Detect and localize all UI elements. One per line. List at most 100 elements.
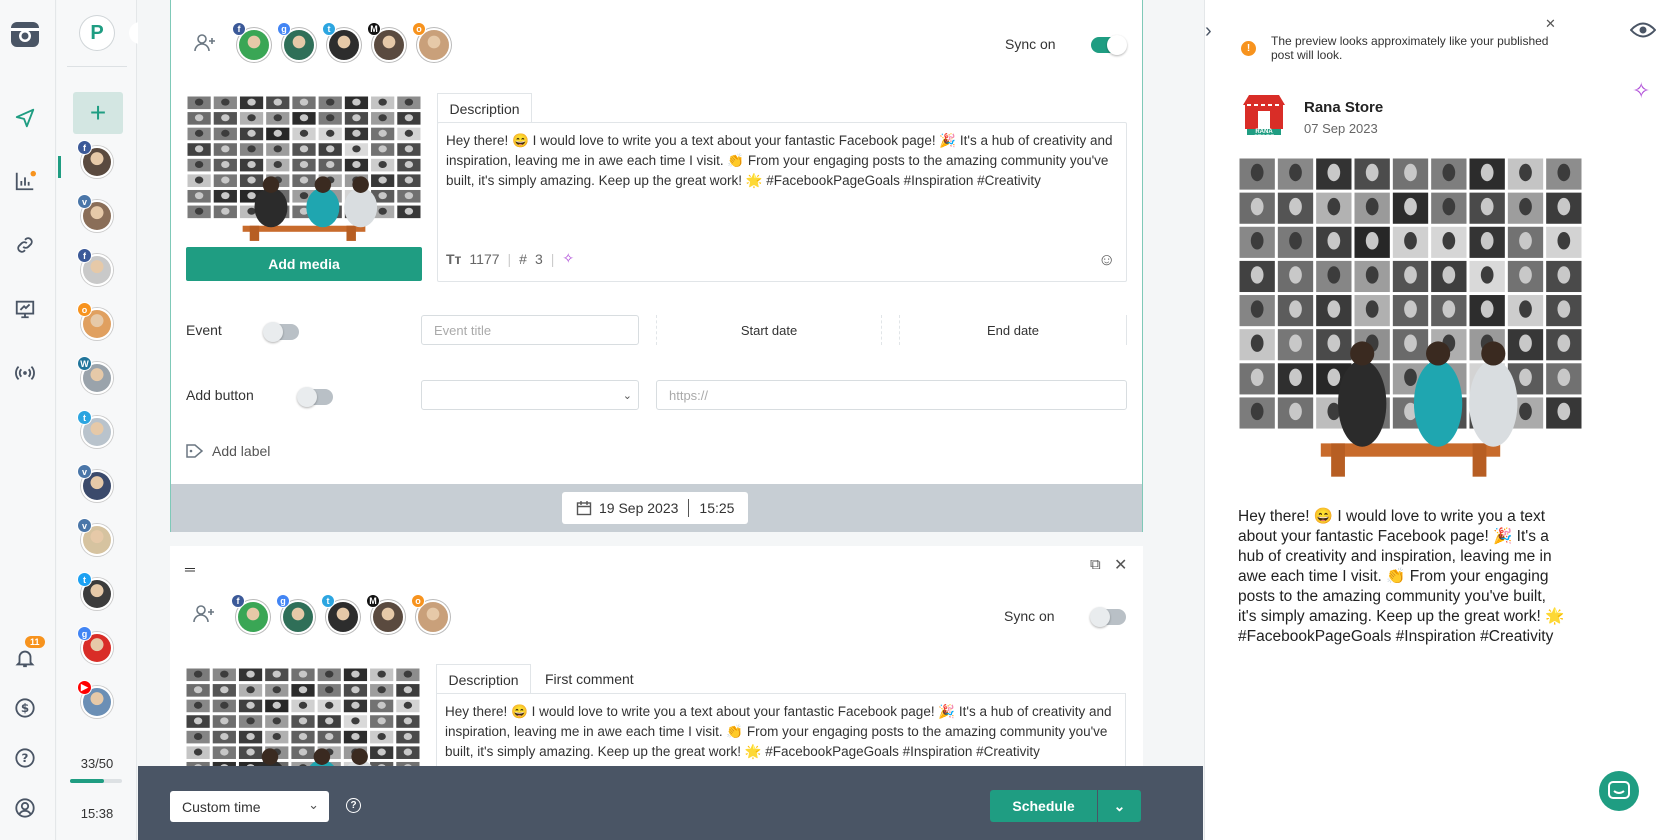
account-avatar-youtube[interactable]: ▶ (77, 680, 113, 718)
dollar-icon[interactable]: $ (12, 695, 38, 721)
start-date-field[interactable]: Start date (656, 315, 882, 345)
selected-account-telegram[interactable]: t (322, 22, 359, 60)
active-indicator (58, 156, 61, 178)
medium-icon: M (366, 594, 380, 608)
post-date[interactable]: 19 Sep 2023 (599, 500, 678, 516)
media-thumbnail[interactable] (185, 667, 421, 777)
selected-account-google-business[interactable]: g (276, 594, 313, 632)
post-time[interactable]: 15:25 (699, 500, 734, 516)
text-size-icon[interactable]: Tт (446, 251, 461, 267)
telegram-icon: t (77, 410, 92, 425)
google-business-icon: g (277, 22, 291, 36)
emoji-icon[interactable]: ☺ (1098, 250, 1115, 270)
hashtag-icon[interactable]: # (519, 251, 527, 267)
schedule-options-button[interactable]: ⌄ (1098, 790, 1141, 822)
description-editor[interactable]: Hey there! 😄 I would love to write you a… (437, 122, 1127, 282)
add-account-icon[interactable] (192, 603, 216, 628)
date-time-picker[interactable]: 19 Sep 2023 15:25 (562, 492, 748, 524)
preview-panel: › ! The preview looks approximately like… (1204, 0, 1665, 840)
facebook-icon: f (77, 248, 92, 263)
close-notice-icon[interactable]: ✕ (1545, 16, 1556, 32)
time-mode-select[interactable]: Custom time ⌄ (170, 791, 329, 822)
chevron-right-icon[interactable]: › (1205, 20, 1229, 44)
account-avatar-telegram[interactable]: t (77, 410, 113, 448)
selected-account-telegram[interactable]: t (321, 594, 358, 632)
account-avatar-twitter[interactable]: t (77, 572, 113, 610)
post-text[interactable]: Hey there! 😄 I would love to write you a… (445, 702, 1115, 762)
facebook-icon: f (77, 140, 92, 155)
sync-label: Sync on (1005, 36, 1056, 52)
selected-account-medium[interactable]: M (367, 22, 404, 60)
analytics-icon[interactable] (12, 168, 38, 194)
url-input[interactable]: https:// (656, 380, 1127, 410)
medium-icon: M (367, 22, 381, 36)
vk-icon: v (77, 464, 92, 479)
tab-description[interactable]: Description (437, 93, 532, 123)
telegram-icon: t (322, 22, 336, 36)
selected-account-odnoklassniki[interactable]: o (411, 594, 448, 632)
event-toggle[interactable] (263, 322, 299, 342)
close-icon[interactable]: ✕ (1114, 555, 1127, 575)
media-thumbnail[interactable] (186, 95, 422, 247)
camera-logo-icon[interactable] (9, 18, 41, 50)
collage-image (185, 667, 421, 777)
account-avatar-vk[interactable]: v (77, 464, 113, 502)
add-button-toggle[interactable] (297, 387, 333, 407)
link-icon[interactable] (12, 232, 38, 258)
broadcast-icon[interactable] (12, 360, 38, 386)
monitor-icon[interactable] (12, 296, 38, 322)
notification-count: 11 (25, 636, 45, 648)
workspace-avatar[interactable]: P (80, 16, 114, 50)
usage-bar (70, 779, 122, 783)
preview-image (1238, 157, 1583, 490)
svg-text:$: $ (21, 701, 29, 715)
tab-first-comment[interactable]: First comment (545, 664, 634, 694)
selected-account-medium[interactable]: M (366, 594, 403, 632)
add-media-button[interactable]: Add media (186, 247, 422, 281)
bell-icon[interactable]: 11 (12, 636, 45, 671)
post-text[interactable]: Hey there! 😄 I would love to write you a… (446, 131, 1116, 191)
add-account-button[interactable]: + (73, 92, 123, 134)
help-icon[interactable]: ? (12, 745, 38, 771)
add-label-button[interactable]: Add label (186, 443, 270, 459)
account-avatar-odnoklassniki[interactable]: o (77, 302, 113, 340)
chevron-down-icon: ⌄ (622, 389, 632, 402)
sync-label: Sync on (1004, 608, 1055, 624)
ai-sparkle-icon[interactable]: ✧ (562, 250, 574, 267)
send-icon[interactable] (12, 105, 38, 131)
add-account-icon[interactable] (193, 32, 217, 57)
sync-toggle[interactable] (1090, 607, 1126, 627)
editor-main: f g t Mo Sync on Add media Description Hey … (138, 0, 1203, 840)
account-avatar-facebook[interactable]: f (77, 140, 113, 178)
event-title-input[interactable]: Event title (421, 315, 639, 345)
selected-account-odnoklassniki[interactable]: o (412, 22, 449, 60)
drag-handle-icon[interactable]: ═ (185, 561, 195, 577)
google-business-icon: g (276, 594, 290, 608)
help-icon[interactable]: ? (346, 798, 361, 813)
wordpress-icon: W (77, 356, 92, 371)
hashtag-count: 3 (534, 250, 543, 267)
chat-icon (1608, 781, 1630, 799)
selected-account-google-business[interactable]: g (277, 22, 314, 60)
user-icon[interactable] (12, 795, 38, 821)
eye-icon[interactable] (1629, 20, 1657, 46)
account-avatar-vk[interactable]: v (77, 518, 113, 556)
end-date-field[interactable]: End date (899, 315, 1127, 345)
account-avatar-facebook[interactable]: f (77, 248, 113, 286)
button-type-select[interactable]: ⌄ (421, 380, 639, 410)
ai-sparkle-icon[interactable]: ✧ (1632, 78, 1650, 104)
chat-support-button[interactable] (1599, 771, 1639, 811)
char-count: 1177 (469, 250, 500, 267)
editor-toolbar: Tт 1177 | # 3 | ✧ (446, 250, 574, 267)
account-avatar-google-business[interactable]: g (77, 626, 113, 664)
schedule-button[interactable]: Schedule (990, 790, 1097, 822)
sync-toggle[interactable] (1091, 35, 1127, 55)
post-card-1: f g t Mo Sync on Add media Description Hey … (170, 0, 1143, 532)
account-avatar-wordpress[interactable]: W (77, 356, 113, 394)
tab-description[interactable]: Description (436, 664, 531, 694)
selected-account-facebook[interactable]: f (232, 22, 269, 60)
account-avatar-vk[interactable]: v (77, 194, 113, 232)
event-label: Event (186, 322, 222, 338)
selected-account-facebook[interactable]: f (231, 594, 268, 632)
copy-icon[interactable]: ⧉ (1090, 556, 1101, 573)
